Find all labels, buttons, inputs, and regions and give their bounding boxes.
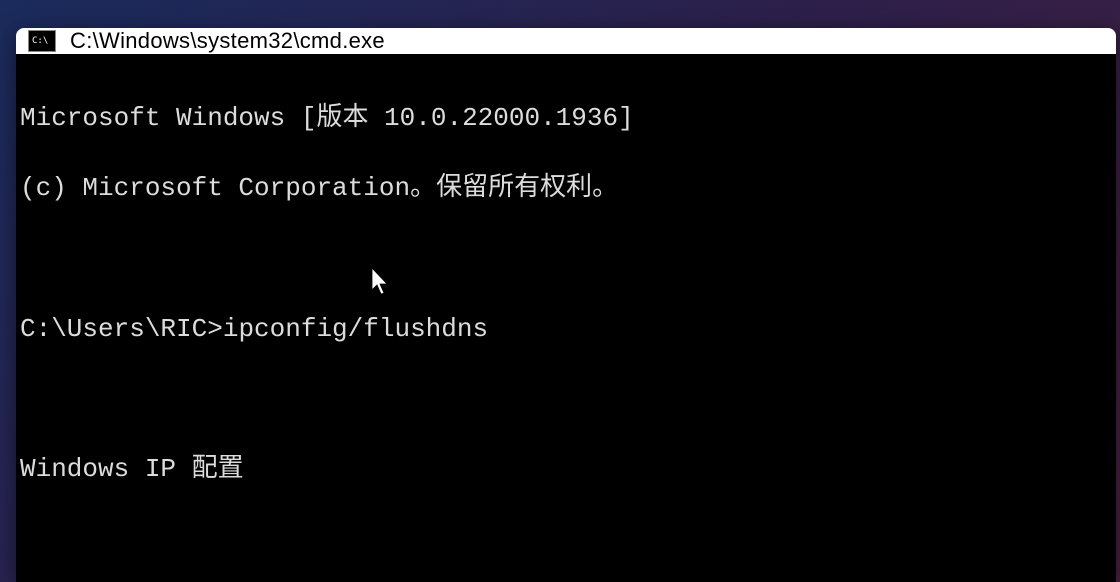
cmd-icon: C:\	[28, 30, 56, 52]
blank-line	[20, 522, 1108, 557]
prompt-line-1: C:\Users\RIC>ipconfig/flushdns	[20, 312, 1108, 347]
titlebar[interactable]: C:\ C:\Windows\system32\cmd.exe	[16, 28, 1116, 54]
blank-line	[20, 382, 1108, 417]
cmd-icon-label: C:\	[32, 37, 48, 46]
window-title: C:\Windows\system32\cmd.exe	[70, 28, 385, 54]
banner-version: Microsoft Windows [版本 10.0.22000.1936]	[20, 101, 1108, 136]
prompt-path-1: C:\Users\RIC>	[20, 314, 223, 344]
output-header: Windows IP 配置	[20, 452, 1108, 487]
terminal-output[interactable]: Microsoft Windows [版本 10.0.22000.1936] (…	[16, 54, 1116, 582]
cmd-window: C:\ C:\Windows\system32\cmd.exe Microsof…	[16, 28, 1116, 582]
prompt-command-1: ipconfig/flushdns	[223, 314, 488, 344]
blank-line	[20, 241, 1108, 276]
banner-copyright: (c) Microsoft Corporation。保留所有权利。	[20, 171, 1108, 206]
